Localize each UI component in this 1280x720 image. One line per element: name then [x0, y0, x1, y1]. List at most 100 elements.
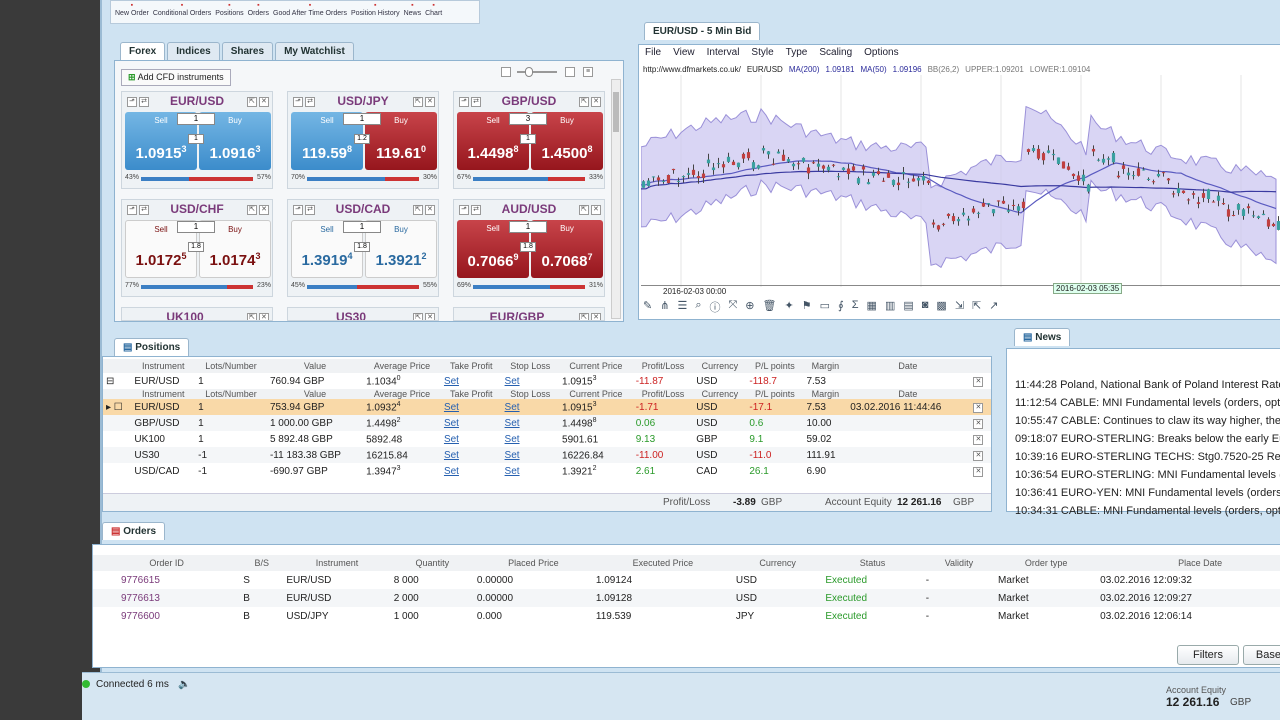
stop-loss-link[interactable]: Set — [502, 431, 559, 447]
set-link[interactable]: Set — [444, 402, 459, 413]
positions-column-header[interactable]: Margin — [803, 359, 847, 373]
collapse-icon[interactable]: ⊟ — [103, 373, 131, 389]
news-item[interactable]: 11:44:28 Poland, National Bank of Poland… — [1015, 379, 1280, 397]
toolbar-button[interactable]: ▪ Orders — [248, 1, 269, 23]
lot-size-input[interactable]: 1 — [509, 221, 547, 233]
chart-tool-icon[interactable]: ⚑ — [802, 299, 812, 315]
chart-menu-item[interactable]: View — [673, 47, 695, 58]
small-square-icon[interactable] — [501, 67, 511, 77]
close-icon[interactable]: ✕ — [424, 205, 435, 215]
order-id[interactable]: 9776615 — [93, 571, 240, 589]
chart-mini-icon[interactable]: ⬏ — [127, 97, 137, 107]
chart-tool-icon[interactable]: ↗ — [989, 299, 998, 315]
orders-column-header[interactable]: Validity — [923, 555, 995, 571]
orders-column-header[interactable]: Status — [822, 555, 922, 571]
chart-tool-icon[interactable]: ⇲ — [955, 299, 964, 315]
chart-menu-item[interactable]: Interval — [707, 47, 740, 58]
chart-tool-icon[interactable]: 🗑 — [763, 299, 777, 315]
toolbar-button[interactable]: ▪ Position History — [351, 1, 400, 23]
set-link[interactable]: Set — [444, 450, 459, 461]
chart-tool-icon[interactable]: ✦ — [784, 299, 793, 315]
detach-icon[interactable]: ⇱ — [579, 97, 589, 107]
orders-column-header[interactable]: Order ID — [93, 555, 240, 571]
tiles-scrollbar-thumb[interactable] — [613, 92, 619, 132]
order-id[interactable]: 9776600 — [93, 607, 240, 625]
sound-icon[interactable]: 🔈 — [178, 679, 190, 690]
stop-loss-link[interactable]: Set — [502, 463, 559, 479]
orders-column-header[interactable]: Currency — [733, 555, 822, 571]
sub-column-header[interactable]: Value — [267, 389, 363, 399]
close-icon[interactable]: ✕ — [258, 313, 269, 320]
detach-icon[interactable]: ⇱ — [578, 205, 589, 215]
news-item[interactable]: 10:36:41 EURO-YEN: MNI Fundamental level… — [1015, 487, 1280, 505]
detach-icon[interactable]: ⇱ — [246, 313, 257, 320]
order-id[interactable]: 9776613 — [93, 589, 240, 607]
chart-mini-icon[interactable]: ⬏ — [459, 205, 469, 215]
sub-column-header[interactable]: Profit/Loss — [633, 389, 694, 399]
stop-loss-link[interactable]: Set — [502, 373, 559, 389]
price-chart[interactable] — [641, 75, 1280, 287]
take-profit-link[interactable]: Set — [441, 373, 502, 389]
toolbar-button[interactable]: ▪ Good After Time Orders — [273, 1, 347, 23]
set-link[interactable]: Set — [444, 434, 459, 445]
position-group-row[interactable]: ⊟ EUR/USD 1 760.94 GBP 1.10340 Set Set 1.09153-… — [103, 373, 991, 389]
sub-column-header[interactable]: Lots/Number — [195, 389, 267, 399]
stop-loss-link[interactable]: Set — [502, 399, 559, 415]
close-icon[interactable]: ✕ — [425, 313, 435, 320]
toolbar-button[interactable]: ▪ Chart — [425, 1, 442, 23]
take-profit-link[interactable]: Set — [441, 463, 502, 479]
orders-column-header[interactable]: Placed Price — [474, 555, 593, 571]
orders-column-header[interactable]: Executed Price — [593, 555, 733, 571]
orders-tab[interactable]: ▤ Orders — [102, 522, 166, 540]
chart-mini-icon[interactable]: ⬏ — [293, 97, 303, 107]
chart-tool-icon[interactable]: ⌕ — [695, 299, 701, 315]
positions-column-header[interactable]: Average Price — [363, 359, 441, 373]
chart-tool-icon[interactable]: ☰ — [677, 299, 687, 315]
lot-size-input[interactable]: 1 — [343, 221, 381, 233]
chart-tool-icon[interactable]: ⊕ — [745, 299, 754, 315]
chart-menu-item[interactable]: Style — [751, 47, 773, 58]
sub-column-header[interactable]: P/L points — [746, 389, 803, 399]
positions-column-header[interactable]: Current Price — [559, 359, 633, 373]
sub-column-header[interactable]: Instrument — [131, 389, 195, 399]
news-item[interactable]: 10:34:31 CABLE: MNI Fundamental levels (… — [1015, 505, 1280, 523]
chart-tab[interactable]: EUR/USD - 5 Min Bid — [644, 22, 761, 40]
close-icon[interactable]: ✕ — [591, 313, 601, 320]
positions-column-header[interactable]: Currency — [693, 359, 746, 373]
sub-column-header[interactable]: Stop Loss — [502, 389, 559, 399]
detach-icon[interactable]: ⇱ — [412, 97, 423, 107]
orders-column-header[interactable]: B/S — [240, 555, 283, 571]
chart-tool-icon[interactable]: ⤧ — [728, 299, 737, 315]
toolbar-button[interactable]: ▪ News — [404, 1, 422, 23]
chart-tool-icon[interactable]: ▤ — [903, 299, 913, 315]
add-cfd-button[interactable]: ⊞ Add CFD instruments — [121, 69, 231, 86]
detach-icon[interactable]: ⇱ — [247, 205, 257, 215]
stop-loss-link[interactable]: Set — [502, 415, 559, 431]
chart-tool-icon[interactable]: ▩ — [936, 299, 946, 315]
chart-menu-item[interactable]: Type — [786, 47, 808, 58]
lot-size-input[interactable]: 1 — [343, 113, 381, 125]
chart-tool-icon[interactable]: ✎ — [643, 299, 652, 315]
chart-tool-icon[interactable]: ▥ — [885, 299, 895, 315]
close-icon[interactable]: ✕ — [973, 435, 984, 445]
toolbar-button[interactable]: ▪ Conditional Orders — [153, 1, 211, 23]
positions-column-header[interactable]: P/L points — [746, 359, 803, 373]
chart-mini-icon[interactable]: ⬏ — [459, 97, 469, 107]
chart-tool-icon[interactable]: ◙ — [922, 299, 929, 315]
news-item[interactable]: 10:36:54 EURO-STERLING: MNI Fundamental … — [1015, 469, 1280, 487]
set-link[interactable]: Set — [505, 450, 520, 461]
set-link[interactable]: Set — [444, 466, 459, 477]
close-icon[interactable]: ✕ — [259, 205, 269, 215]
set-link[interactable]: Set — [444, 418, 459, 429]
order-row[interactable]: 9776615 S EUR/USD 8 000 0.00000 1.09124 USD Exe… — [93, 571, 1280, 589]
detach-icon[interactable]: ⇱ — [579, 313, 589, 320]
position-row[interactable]: US30 -1 -11 183.38 GBP 16215.84 Set Set 16226.… — [103, 447, 991, 463]
chart-tool-icon[interactable]: ⇱ — [972, 299, 981, 315]
close-icon[interactable]: ✕ — [590, 205, 601, 215]
chart-menu-item[interactable]: File — [645, 47, 661, 58]
set-link[interactable]: Set — [505, 434, 520, 445]
sub-column-header[interactable]: Date — [847, 389, 968, 399]
positions-column-header[interactable]: Value — [267, 359, 363, 373]
sub-column-header[interactable]: Take Profit — [441, 389, 502, 399]
close-icon[interactable]: ✕ — [973, 419, 984, 429]
